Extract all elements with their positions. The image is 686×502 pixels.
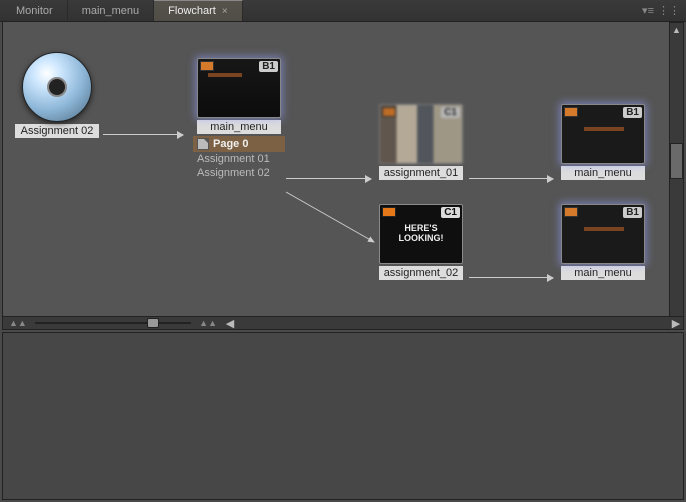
menu-type-icon	[200, 61, 214, 71]
tab-label: Flowchart	[168, 5, 216, 17]
node-label: main_menu	[561, 166, 645, 180]
flowchart-canvas[interactable]: Assignment 02 B1 main_menu Page 0 Assign…	[3, 22, 683, 329]
connector	[469, 277, 553, 278]
button-link-1[interactable]: Assignment 01	[193, 152, 285, 166]
tab-flowchart[interactable]: Flowchart ×	[154, 0, 243, 21]
node-thumbnail: B1	[197, 58, 281, 118]
node-label: Assignment 02	[15, 124, 99, 138]
zoom-out-icon[interactable]: ▲▲	[9, 318, 27, 328]
node-label: main_menu	[197, 120, 281, 134]
zoom-slider[interactable]: ▲▲ ▲▲	[3, 318, 223, 328]
thumb-text: HERE'S LOOKING!	[380, 224, 462, 244]
menu-type-icon	[564, 207, 578, 217]
badge: B1	[259, 61, 278, 72]
vertical-scrollbar[interactable]: ▲ ▼	[669, 22, 684, 330]
page-label: Page 0	[213, 138, 248, 150]
node-thumbnail: C1 HERE'S LOOKING!	[379, 204, 463, 264]
zoom-in-icon[interactable]: ▲▲	[199, 318, 217, 328]
node-thumbnail: B1	[561, 204, 645, 264]
menu-type-icon	[564, 107, 578, 117]
page-row[interactable]: Page 0	[193, 136, 285, 152]
panel-grip-icon[interactable]: ⋮⋮	[658, 4, 680, 17]
scroll-left-icon[interactable]: ◀	[223, 317, 237, 330]
scroll-track[interactable]	[237, 317, 669, 329]
timeline-type-icon	[382, 107, 396, 117]
panel-menu-icon[interactable]: ▾≡	[642, 4, 654, 17]
badge: B1	[623, 207, 642, 218]
connector	[103, 134, 183, 135]
badge: B1	[623, 107, 642, 118]
node-assignment-1[interactable]: C1 assignment_01	[379, 104, 463, 180]
node-disc[interactable]: Assignment 02	[15, 52, 99, 138]
zoom-thumb[interactable]	[147, 318, 159, 328]
tab-monitor[interactable]: Monitor	[2, 0, 68, 21]
disc-icon	[22, 52, 92, 122]
scroll-up-icon[interactable]: ▲	[672, 23, 681, 37]
tab-bar: Monitor main_menu Flowchart × ▾≡ ⋮⋮	[0, 0, 686, 22]
tab-label: Monitor	[16, 5, 53, 17]
tab-main-menu[interactable]: main_menu	[68, 0, 154, 21]
badge: C1	[441, 107, 460, 118]
button-link-2[interactable]: Assignment 02	[193, 166, 285, 180]
tabbar-actions: ▾≡ ⋮⋮	[642, 0, 684, 21]
connector	[469, 178, 553, 179]
node-label: assignment_01	[379, 166, 463, 180]
connector	[286, 178, 371, 179]
lower-panel	[2, 332, 684, 500]
connector	[286, 192, 381, 254]
node-label: main_menu	[561, 266, 645, 280]
scroll-thumb[interactable]	[670, 143, 683, 179]
badge: C1	[441, 207, 460, 218]
node-label: assignment_02	[379, 266, 463, 280]
horizontal-scrollbar[interactable]: ▲▲ ▲▲ ◀ ▶	[2, 316, 684, 330]
node-assignment-2[interactable]: C1 HERE'S LOOKING! assignment_02	[379, 204, 463, 280]
page-icon	[197, 138, 209, 150]
node-end-main-menu-1[interactable]: B1 main_menu	[561, 104, 645, 180]
timeline-type-icon	[382, 207, 396, 217]
node-main-menu[interactable]: B1 main_menu Page 0 Assignment 01 Assign…	[193, 58, 285, 180]
node-thumbnail: B1	[561, 104, 645, 164]
scroll-right-icon[interactable]: ▶	[669, 317, 683, 330]
node-end-main-menu-2[interactable]: B1 main_menu	[561, 204, 645, 280]
node-thumbnail: C1	[379, 104, 463, 164]
close-icon[interactable]: ×	[222, 6, 228, 17]
tab-label: main_menu	[82, 5, 139, 17]
flowchart-panel: Assignment 02 B1 main_menu Page 0 Assign…	[2, 22, 684, 330]
zoom-track[interactable]	[35, 322, 191, 324]
